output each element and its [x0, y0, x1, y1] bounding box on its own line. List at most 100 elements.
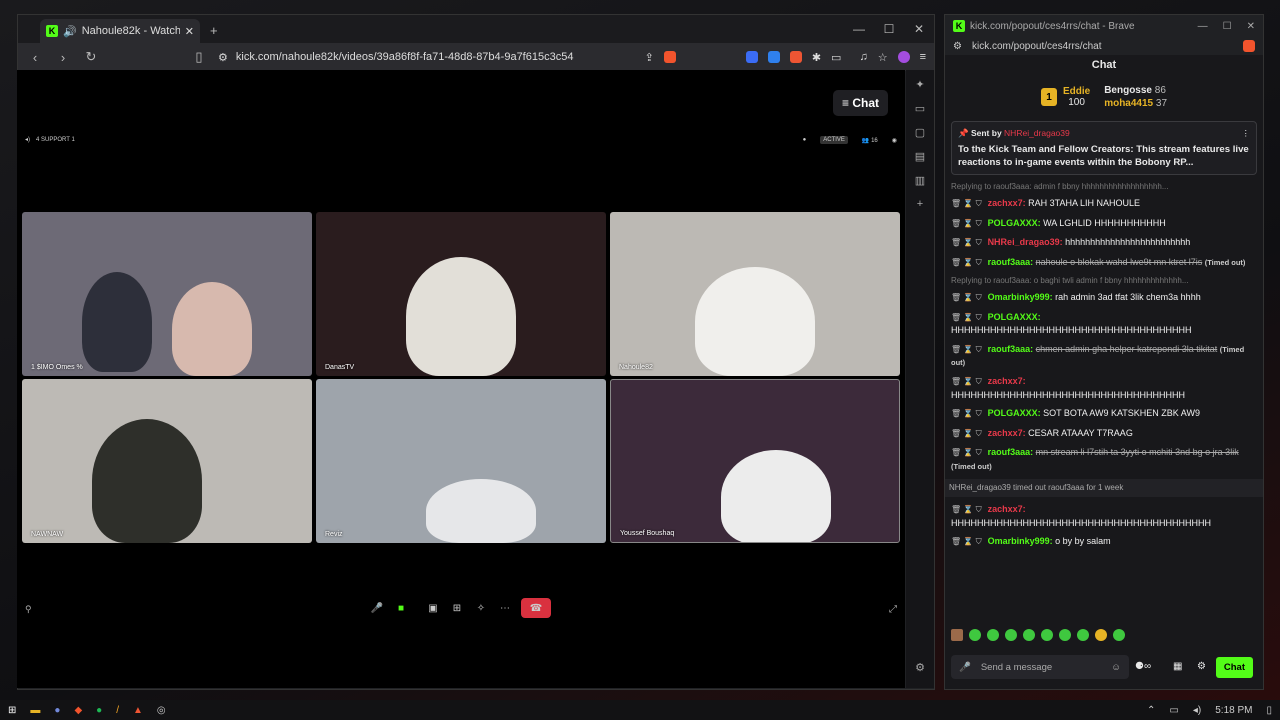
chat-message[interactable]: 🗑 ⌛ ⛉ POLGAXXX: SOT BOTA AW9 KATSKHEN ZBK…	[951, 407, 1257, 420]
mod-actions-icon[interactable]: 🗑 ⌛ ⛉	[951, 219, 982, 228]
reload-icon[interactable]: ↻	[82, 49, 100, 65]
add-panel-icon[interactable]: +	[917, 198, 923, 210]
close-window-icon[interactable]: ✕	[1247, 21, 1255, 32]
music-icon[interactable]: ♫	[859, 51, 867, 63]
pinned-more-icon[interactable]: ⋮	[1242, 127, 1251, 140]
mod-actions-icon[interactable]: 🗑 ⌛ ⛉	[951, 313, 982, 322]
spotify-icon[interactable]: ●	[96, 705, 102, 716]
rewards-icon[interactable]: ☆	[878, 51, 888, 64]
chat-username[interactable]: raouf3aaa:	[988, 344, 1034, 354]
chat-message[interactable]: 🗑 ⌛ ⛉ zachxx7: HHHHHHHHHHHHHHHHHHHHHHHHHH…	[951, 503, 1257, 529]
leo-icon[interactable]: ✦	[915, 78, 924, 91]
new-tab-icon[interactable]: +	[210, 23, 218, 38]
mod-actions-icon[interactable]: 🗑 ⌛ ⛉	[951, 238, 982, 247]
wallet-icon[interactable]	[897, 51, 910, 63]
chat-username[interactable]: POLGAXXX:	[988, 408, 1041, 418]
close-tab-icon[interactable]: ✕	[185, 25, 194, 38]
emote-icon[interactable]	[1113, 629, 1125, 641]
end-call-button[interactable]: ☎	[521, 598, 551, 618]
mod-actions-icon[interactable]: 🗑 ⌛ ⛉	[951, 199, 982, 208]
mod-actions-icon[interactable]: 🗑 ⌛ ⛉	[951, 448, 982, 457]
bookmarks-icon[interactable]: ▤	[915, 150, 925, 163]
chat-username[interactable]: POLGAXXX:	[988, 218, 1041, 228]
emote-icon[interactable]	[1041, 629, 1053, 641]
chat-username[interactable]: Omarbinky999:	[988, 536, 1053, 546]
puzzle-icon[interactable]: ✱	[812, 51, 821, 64]
chat-message[interactable]: 🗑 ⌛ ⛉ raouf3aaa: chmen admin gha helper k…	[951, 343, 1257, 370]
chat-username[interactable]: zachxx7:	[988, 376, 1026, 386]
clock[interactable]: 5:18 PM	[1215, 705, 1252, 716]
chat-username[interactable]: NHRei_dragao39:	[988, 237, 1063, 247]
brave-shield-icon[interactable]	[1243, 40, 1255, 52]
mod-actions-icon[interactable]: 🗑 ⌛ ⛉	[951, 505, 982, 514]
chat-message[interactable]: 🗑 ⌛ ⛉ Omarbinky999: rah admin 3ad tfat 3l…	[951, 291, 1257, 304]
url-field[interactable]: ⚙ kick.com/nahoule82k/videos/39a86f8f-fa…	[218, 51, 635, 64]
extension-icon[interactable]	[745, 51, 758, 63]
sidebar-toggle-icon[interactable]: ▭	[831, 51, 841, 64]
camera-icon[interactable]: ■	[393, 603, 409, 614]
volume-icon[interactable]: ◂)	[1193, 705, 1201, 716]
discord-icon[interactable]: ●	[54, 705, 60, 716]
microphone-icon[interactable]: 🎤	[369, 603, 385, 614]
minimize-icon[interactable]: —	[1198, 21, 1208, 32]
mod-actions-icon[interactable]: 🗑 ⌛ ⛉	[951, 293, 982, 302]
share-icon[interactable]: ⇪	[645, 51, 654, 64]
mod-actions-icon[interactable]: 🗑 ⌛ ⛉	[951, 409, 982, 418]
chat-username[interactable]: raouf3aaa:	[988, 257, 1034, 267]
reading-list-icon[interactable]: ▥	[915, 174, 925, 187]
settings-icon[interactable]: ⚙	[915, 661, 925, 674]
message-input[interactable]: 🎤 Send a message ☺	[951, 655, 1129, 679]
emote-icon[interactable]	[1005, 629, 1017, 641]
chat-message[interactable]: 🗑 ⌛ ⛉ POLGAXXX: WA LGHLID HHHHHHHHHHH	[951, 217, 1257, 230]
leader-first[interactable]: Eddie 100	[1063, 86, 1090, 108]
emote-icon[interactable]	[1095, 629, 1107, 641]
tray-chevron-icon[interactable]: ⌃	[1147, 705, 1155, 716]
network-icon[interactable]: ▭	[1169, 705, 1178, 716]
video-player[interactable]: ≡ Chat ◂) 4 SUPPORT 1 ● ACTIVE 👥 16 ◉ 1 …	[17, 70, 905, 688]
emoji-icon[interactable]: ☺	[1111, 662, 1121, 673]
send-chat-button[interactable]: Chat	[1215, 657, 1253, 678]
notification-icon[interactable]: ▯	[1266, 705, 1272, 716]
grid-icon[interactable]: ⊞	[449, 603, 465, 614]
mod-actions-icon[interactable]: 🗑 ⌛ ⛉	[951, 345, 982, 354]
close-window-icon[interactable]: ✕	[904, 15, 934, 43]
browser-tab[interactable]: K 🔊 Nahoule82k - Watch the VOD ✕	[40, 19, 200, 43]
chat-username[interactable]: zachxx7:	[988, 504, 1026, 514]
chat-username[interactable]: POLGAXXX:	[988, 312, 1041, 322]
emote-icon[interactable]	[969, 629, 981, 641]
forward-icon[interactable]: ›	[54, 50, 72, 65]
emote-icon[interactable]	[1059, 629, 1071, 641]
mod-actions-icon[interactable]: 🗑 ⌛ ⛉	[951, 258, 982, 267]
emote-icon[interactable]	[1077, 629, 1089, 641]
leader-second[interactable]: Bengosse 86	[1104, 85, 1167, 96]
chat-username[interactable]: zachxx7:	[988, 198, 1026, 208]
file-explorer-icon[interactable]: ▬	[30, 705, 40, 716]
site-info-icon[interactable]: ⚙	[218, 51, 228, 64]
emote-icon[interactable]	[987, 629, 999, 641]
chat-toggle-button[interactable]: ≡ Chat	[832, 90, 888, 116]
leader-third[interactable]: moha4415 37	[1104, 98, 1167, 109]
extension-icon[interactable]	[767, 51, 780, 63]
menu-icon[interactable]: ≡	[920, 51, 926, 63]
chat-username[interactable]: zachxx7:	[988, 428, 1026, 438]
store-icon[interactable]: ▦	[1173, 661, 1182, 672]
emote-icon[interactable]	[951, 629, 963, 641]
extension-icon[interactable]	[789, 51, 802, 63]
microphone-icon[interactable]: 🎤	[959, 662, 971, 673]
mod-actions-icon[interactable]: 🗑 ⌛ ⛉	[951, 537, 982, 546]
mod-actions-icon[interactable]: 🗑 ⌛ ⛉	[951, 429, 982, 438]
start-icon[interactable]: ⊞	[8, 705, 16, 716]
more-icon[interactable]: ⋯	[497, 603, 513, 614]
chat-message[interactable]: 🗑 ⌛ ⛉ zachxx7: HHHHHHHHHHHHHHHHHHHHHHHHHH…	[951, 375, 1257, 401]
layout-icon[interactable]: ⚲	[25, 604, 32, 615]
chat-message[interactable]: 🗑 ⌛ ⛉ zachxx7: CESAR ATAAAY T7RAAG	[951, 427, 1257, 440]
chat-message[interactable]: 🗑 ⌛ ⛉ Omarbinky999: o by by salam	[951, 535, 1257, 548]
app-icon[interactable]: /	[116, 705, 119, 716]
site-info-icon[interactable]: ⚙	[953, 41, 962, 52]
chat-username[interactable]: raouf3aaa:	[988, 447, 1034, 457]
app-icon[interactable]: ▲	[133, 705, 143, 716]
effects-icon[interactable]: ✧	[473, 603, 489, 614]
maximize-icon[interactable]: ☐	[874, 15, 904, 43]
tv-icon[interactable]: ▭	[915, 102, 925, 115]
chat-message[interactable]: 🗑 ⌛ ⛉ raouf3aaa: mn stream li l7stih ta 3…	[951, 446, 1257, 473]
